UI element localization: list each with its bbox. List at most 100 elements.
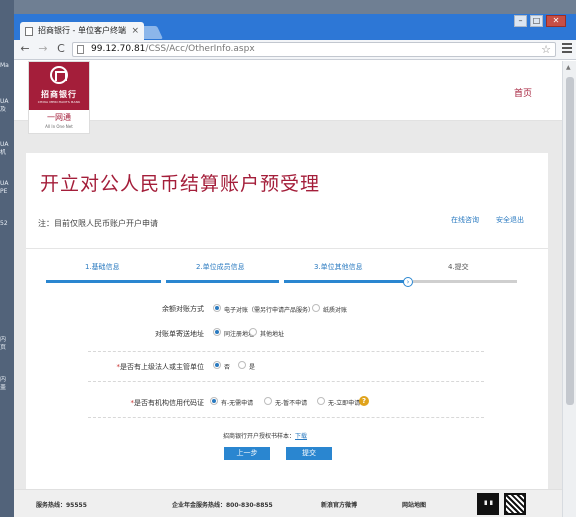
- form-card: 开立对公人民币结算账户预受理 注：目前仅限人民币账户开户申请 在线咨询 安全退出…: [26, 153, 548, 505]
- reload-icon[interactable]: C: [54, 42, 68, 56]
- desktop-strip: Ma UA 及 UA 机 UA PE 52 内 页 内 盖: [0, 0, 14, 517]
- qr-code-icon: [504, 493, 526, 515]
- address-other-radio[interactable]: [249, 328, 257, 336]
- desktop-label[interactable]: 机: [0, 149, 14, 157]
- divider: [88, 351, 484, 352]
- bookmark-star-icon[interactable]: ☆: [541, 43, 551, 56]
- parent-unit-label: *是否有上级法人或主管单位: [96, 362, 205, 372]
- url-host: 99.12.70.81: [91, 44, 146, 54]
- desktop-label[interactable]: UA: [0, 141, 14, 149]
- step-basic-info: 1.基础信息: [85, 263, 120, 271]
- credit-later-label[interactable]: 无-暂不申请: [275, 398, 307, 407]
- credit-has-radio[interactable]: [210, 397, 218, 405]
- online-consult-link[interactable]: 在线咨询: [451, 215, 479, 225]
- desktop-label[interactable]: 页: [0, 344, 14, 352]
- desktop-label[interactable]: Ma: [0, 62, 14, 70]
- product-name-en: All In One Net: [45, 124, 73, 129]
- parent-yes-label[interactable]: 是: [249, 362, 255, 371]
- desktop-label[interactable]: PE: [0, 188, 14, 196]
- product-name: 一网通: [47, 113, 71, 122]
- notice-text: 注：目前仅限人民币账户开户申请: [38, 219, 158, 228]
- browser-tab[interactable]: 招商银行 - 单位客户终端 ×: [20, 22, 144, 40]
- scroll-up-icon[interactable]: ▲: [566, 64, 571, 71]
- qr-code-icon: [477, 493, 499, 515]
- pension-hotline: 企业年金服务热线：800-830-8855: [172, 502, 273, 509]
- bank-emblem-icon: [50, 66, 68, 84]
- back-arrow-icon[interactable]: ←: [18, 42, 32, 56]
- window-controls: – □ ✕: [514, 15, 566, 29]
- help-icon[interactable]: ?: [359, 396, 369, 406]
- desktop-label[interactable]: 52: [0, 220, 14, 228]
- reconcile-paper-label[interactable]: 纸质对账: [323, 305, 347, 314]
- desktop-label[interactable]: UA: [0, 98, 14, 106]
- parent-yes-radio[interactable]: [238, 361, 246, 369]
- credit-code-text: 是否有机构信用代码证: [134, 399, 204, 407]
- desktop-label[interactable]: 及: [0, 106, 14, 114]
- minimize-button[interactable]: –: [514, 15, 527, 27]
- credit-now-radio[interactable]: [317, 397, 325, 405]
- template-download-link[interactable]: 下载: [295, 433, 307, 440]
- reconcile-electronic-label[interactable]: 电子对账（需另行申请产品服务）: [224, 305, 314, 314]
- step-submit: 4.提交: [448, 263, 469, 271]
- sitemap-link[interactable]: 网站地图: [402, 500, 426, 509]
- prev-step-button[interactable]: 上一步: [224, 447, 270, 460]
- page-icon: [25, 27, 33, 36]
- desktop-label[interactable]: 内: [0, 376, 14, 384]
- template-text: 招商银行开户授权书样本：: [223, 433, 296, 440]
- credit-code-label: *是否有机构信用代码证: [96, 398, 205, 408]
- page-title: 开立对公人民币结算账户预受理: [40, 173, 321, 195]
- toolbar: ← → C 99.12.70.81/CSS/Acc/OtherInfo.aspx…: [14, 40, 576, 60]
- tab-title: 招商银行 - 单位客户终端: [38, 26, 126, 35]
- browser-window: 招商银行 - 单位客户终端 × – □ ✕ ← → C 99.12.70.81/…: [14, 14, 576, 517]
- desktop-label[interactable]: 内: [0, 336, 14, 344]
- reconcile-method-label: 余额对账方式: [162, 305, 204, 313]
- menu-icon[interactable]: [562, 43, 572, 55]
- reconcile-paper-radio[interactable]: [312, 304, 320, 312]
- bank-name: 招商银行: [41, 90, 77, 99]
- url-path: /CSS/Acc/OtherInfo.aspx: [145, 44, 255, 54]
- page-viewport: 招商银行 CHINA MERCHANTS BANK 一网通 All In One…: [14, 61, 576, 517]
- service-hotline: 服务热线：95555: [36, 502, 87, 509]
- credit-now-label[interactable]: 无-立即申请: [328, 398, 360, 407]
- step-progress-bar: [166, 280, 279, 283]
- weibo-link[interactable]: 新浪官方微博: [321, 500, 357, 509]
- step-other-info: 3.单位其他信息: [314, 263, 363, 271]
- close-tab-icon[interactable]: ×: [131, 22, 139, 40]
- parent-no-label[interactable]: 否: [224, 362, 230, 371]
- maximize-button[interactable]: □: [530, 15, 543, 27]
- tab-bar: 招商银行 - 单位客户终端 × – □ ✕: [14, 14, 576, 40]
- divider: [26, 248, 548, 249]
- submit-button[interactable]: 提交: [286, 447, 332, 460]
- step-progress-bar: [284, 280, 404, 283]
- step-progress-bar: [46, 280, 161, 283]
- scrollbar-thumb[interactable]: [566, 77, 574, 405]
- site-footer: 服务热线：95555 企业年金服务热线：800-830-8855 新浪官方微博 …: [14, 489, 562, 517]
- safe-logout-link[interactable]: 安全退出: [496, 215, 524, 225]
- page-icon: [77, 45, 84, 54]
- divider: [88, 381, 484, 382]
- step-progress-bar: [413, 280, 517, 283]
- forward-arrow-icon[interactable]: →: [36, 42, 50, 56]
- bank-name-en: CHINA MERCHANTS BANK: [37, 100, 81, 104]
- credit-has-label[interactable]: 有-无需申请: [221, 398, 253, 407]
- address-registered-radio[interactable]: [213, 328, 221, 336]
- site-header: 招商银行 CHINA MERCHANTS BANK 一网通 All In One…: [14, 61, 562, 134]
- mailing-address-label: 对账单寄送地址: [155, 330, 204, 338]
- close-window-button[interactable]: ✕: [546, 15, 566, 27]
- divider: [88, 417, 484, 418]
- credit-later-radio[interactable]: [264, 397, 272, 405]
- chevron-right-icon: ›: [403, 277, 413, 287]
- parent-unit-text: 是否有上级法人或主管单位: [120, 363, 204, 371]
- home-link[interactable]: 首页: [514, 86, 532, 99]
- desktop-label[interactable]: 盖: [0, 384, 14, 392]
- address-bar[interactable]: 99.12.70.81/CSS/Acc/OtherInfo.aspx ☆: [72, 42, 556, 57]
- reconcile-electronic-radio[interactable]: [213, 304, 221, 312]
- template-download-row: 招商银行开户授权书样本：下载: [223, 431, 307, 440]
- logo-badge: 招商银行 CHINA MERCHANTS BANK: [29, 62, 89, 110]
- address-other-label[interactable]: 其他地址: [260, 329, 284, 338]
- scrollbar[interactable]: ▲: [562, 61, 576, 517]
- bank-logo[interactable]: 招商银行 CHINA MERCHANTS BANK 一网通 All In One…: [28, 61, 90, 134]
- desktop-label[interactable]: UA: [0, 180, 14, 188]
- step-member-info: 2.单位成员信息: [196, 263, 245, 271]
- parent-no-radio[interactable]: [213, 361, 221, 369]
